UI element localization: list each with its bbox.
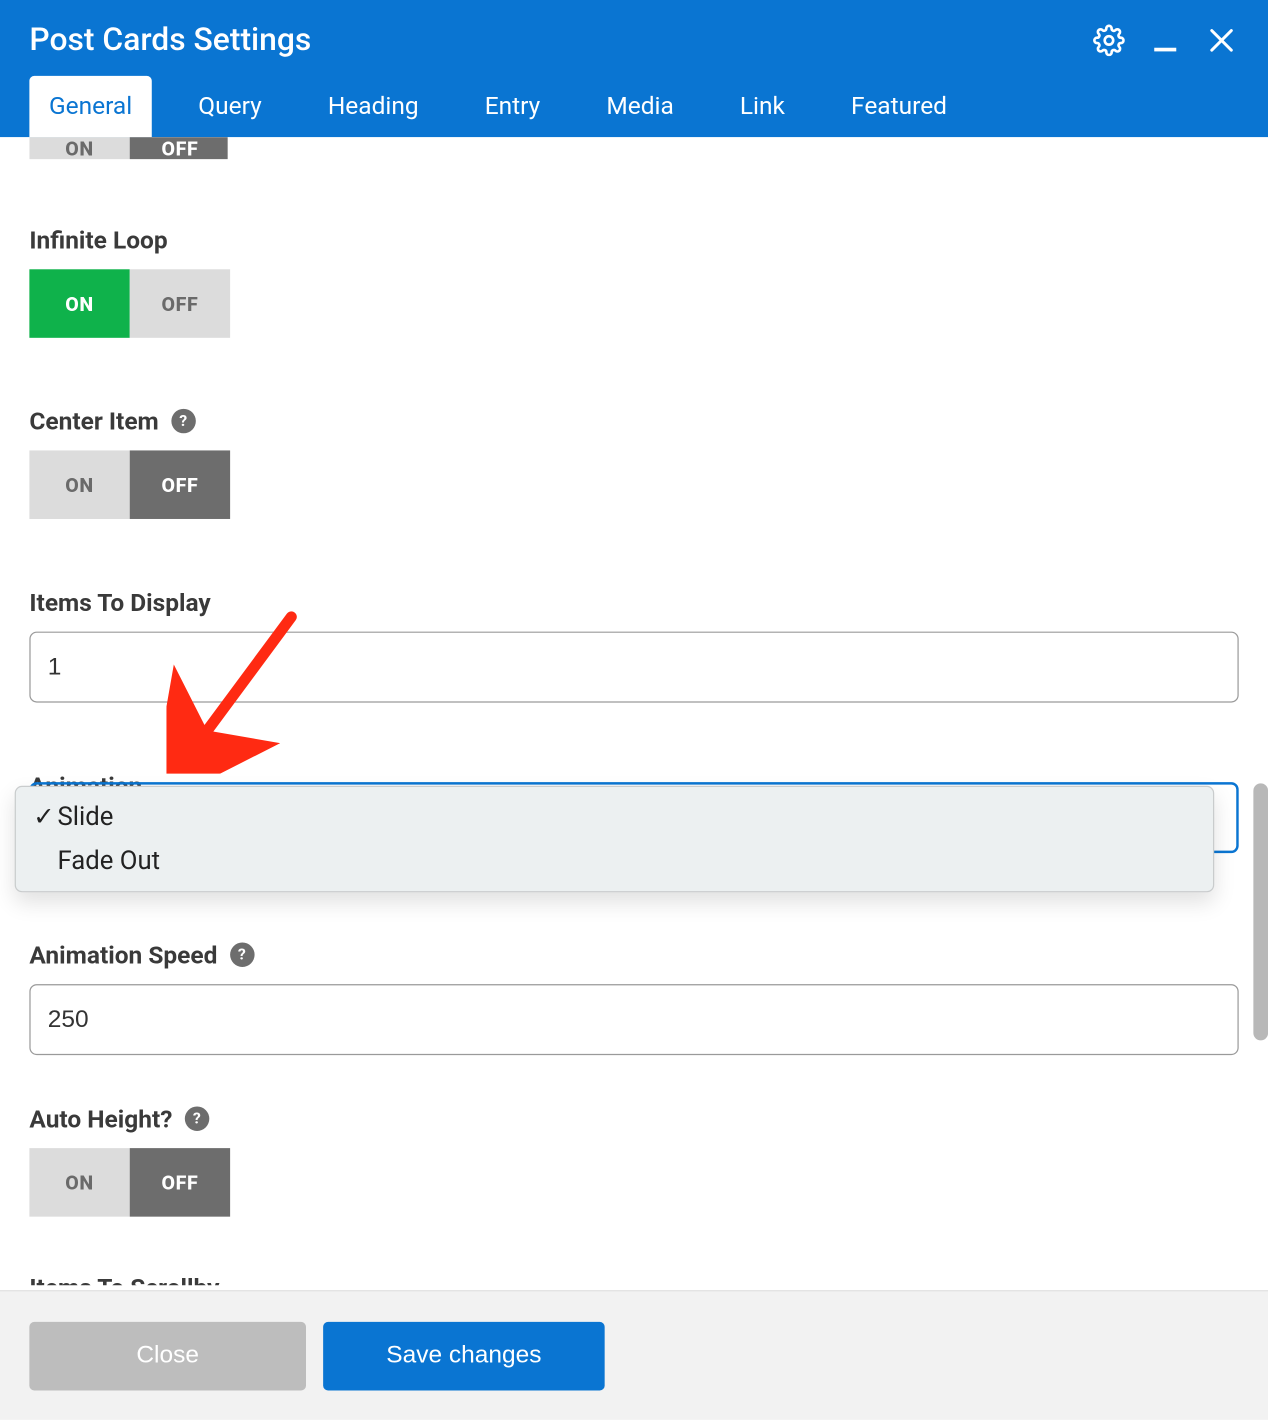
close-button[interactable]: Close [29, 1321, 306, 1390]
save-button[interactable]: Save changes [323, 1321, 605, 1390]
modal-body: ON OFF Infinite Loop ON OFF Center Item … [0, 137, 1268, 1285]
infinite-loop-off[interactable]: OFF [130, 269, 230, 338]
field-infinite-loop: Infinite Loop ON OFF [29, 225, 1238, 338]
items-to-display-label: Items To Display [29, 588, 210, 617]
close-icon[interactable] [1204, 23, 1238, 57]
option-label: Fade Out [58, 847, 161, 876]
infinite-loop-toggle: ON OFF [29, 269, 230, 338]
center-item-off[interactable]: OFF [130, 450, 230, 519]
infinite-loop-label: Infinite Loop [29, 225, 167, 254]
check-icon: ✓ [31, 802, 58, 833]
field-center-item: Center Item ? ON OFF [29, 406, 1238, 519]
modal-title: Post Cards Settings [29, 22, 311, 59]
animation-dropdown: ✓ Slide Fade Out [15, 786, 1215, 892]
center-item-on[interactable]: ON [29, 450, 129, 519]
field-auto-height: Auto Height? ? ON OFF [29, 1104, 1238, 1217]
settings-icon[interactable] [1092, 23, 1126, 57]
tab-query[interactable]: Query [179, 76, 282, 137]
auto-height-off[interactable]: OFF [130, 1148, 230, 1217]
auto-height-toggle: ON OFF [29, 1148, 230, 1217]
animation-speed-input[interactable] [29, 984, 1238, 1055]
center-item-label: Center Item [29, 406, 158, 435]
help-icon[interactable]: ? [185, 1106, 209, 1130]
items-to-scrollby-label: Items To Scrollby [29, 1273, 219, 1285]
items-to-display-input[interactable] [29, 632, 1238, 703]
animation-option-fade-out[interactable]: Fade Out [16, 840, 1213, 884]
field-items-to-display: Items To Display [29, 588, 1238, 703]
animation-speed-label: Animation Speed [29, 940, 217, 969]
tab-media[interactable]: Media [587, 76, 694, 137]
scrollbar-thumb[interactable] [1253, 783, 1268, 1040]
header-actions [1092, 23, 1239, 57]
partial-prev-off[interactable]: OFF [130, 137, 228, 159]
minimize-icon[interactable] [1148, 23, 1182, 57]
partial-prev-on[interactable]: ON [29, 137, 129, 159]
tab-entry[interactable]: Entry [465, 76, 560, 137]
auto-height-label: Auto Height? [29, 1104, 172, 1133]
animation-option-slide[interactable]: ✓ Slide [16, 794, 1213, 839]
help-icon[interactable]: ? [230, 942, 254, 966]
modal-header: Post Cards Settings [0, 0, 1268, 137]
help-icon[interactable]: ? [171, 409, 195, 433]
option-label: Slide [58, 802, 114, 831]
infinite-loop-on[interactable]: ON [29, 269, 129, 338]
field-items-to-scrollby: Items To Scrollby [29, 1273, 1238, 1285]
field-animation-speed: Animation Speed ? [29, 940, 1238, 1055]
tab-featured[interactable]: Featured [831, 76, 966, 137]
tab-general[interactable]: General [29, 76, 151, 137]
tab-heading[interactable]: Heading [308, 76, 438, 137]
modal-footer: Close Save changes [0, 1290, 1268, 1420]
tab-link[interactable]: Link [720, 76, 804, 137]
partial-prev-toggle: ON OFF [29, 137, 227, 159]
auto-height-on[interactable]: ON [29, 1148, 129, 1217]
tabs: General Query Heading Entry Media Link F… [29, 76, 1238, 137]
center-item-toggle: ON OFF [29, 450, 230, 519]
